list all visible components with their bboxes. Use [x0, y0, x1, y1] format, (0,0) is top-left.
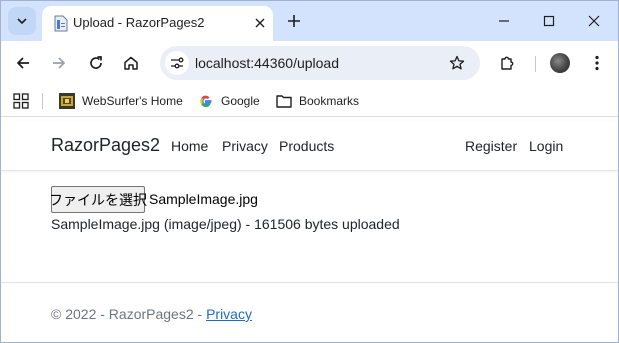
maximize-icon	[543, 15, 555, 27]
tab-strip: Upload - RazorPages2	[1, 1, 618, 41]
address-bar[interactable]: localhost:44360/upload	[160, 46, 480, 80]
google-icon	[198, 93, 214, 109]
site-info-button[interactable]	[165, 51, 189, 75]
more-vertical-icon	[595, 55, 599, 71]
forward-arrow-icon	[53, 57, 66, 69]
extensions-button[interactable]	[494, 50, 520, 76]
url-text[interactable]: localhost:44360/upload	[195, 55, 339, 71]
active-tab[interactable]: Upload - RazorPages2	[42, 6, 273, 41]
tune-icon	[171, 57, 184, 69]
nav-home[interactable]: Home	[171, 138, 208, 154]
star-icon	[449, 55, 465, 70]
close-icon	[255, 18, 265, 28]
nav-login[interactable]: Login	[529, 138, 563, 154]
choose-file-button[interactable]: ファイルを選択	[49, 186, 147, 213]
upload-result-message: SampleImage.jpg (image/jpeg) - 161506 by…	[51, 216, 400, 232]
document-favicon-icon	[54, 15, 68, 32]
chevron-down-icon	[17, 18, 27, 25]
footer-copyright: © 2022 - RazorPages2 -	[51, 306, 207, 322]
reload-button[interactable]	[83, 50, 109, 76]
tab-close-button[interactable]	[250, 13, 270, 33]
browser-window: Upload - RazorPages2 localhost:44360/upl…	[0, 0, 619, 343]
browser-menu-button[interactable]	[584, 50, 610, 76]
home-button[interactable]	[118, 50, 144, 76]
close-icon	[588, 15, 600, 27]
bookmark-label: WebSurfer's Home	[82, 94, 183, 108]
tab-search-button[interactable]	[8, 7, 36, 35]
back-button[interactable]	[10, 50, 36, 76]
site-brand[interactable]: RazorPages2	[51, 135, 160, 156]
browser-toolbar: localhost:44360/upload	[1, 41, 618, 85]
site-footer: © 2022 - RazorPages2 - Privacy	[1, 282, 618, 342]
toolbar-divider	[535, 56, 536, 72]
home-icon	[124, 56, 138, 70]
bookmark-label: Google	[221, 94, 260, 108]
puzzle-piece-icon	[501, 56, 514, 70]
plus-icon	[288, 15, 300, 27]
footer-privacy-link[interactable]: Privacy	[206, 306, 252, 322]
tab-title: Upload - RazorPages2	[73, 15, 205, 30]
bookmark-folder[interactable]: Bookmarks	[276, 85, 359, 117]
bookmark-google[interactable]: Google	[198, 85, 260, 117]
minimize-button[interactable]	[491, 8, 517, 34]
new-tab-button[interactable]	[283, 10, 305, 32]
websurfer-favicon-icon	[59, 93, 75, 109]
forward-button[interactable]	[46, 50, 72, 76]
folder-icon	[276, 93, 292, 109]
profile-avatar[interactable]	[550, 53, 570, 73]
footer-text: © 2022 - RazorPages2 - Privacy	[51, 306, 252, 322]
bookmarks-divider	[42, 93, 43, 109]
selected-file-name: SampleImage.jpg	[149, 191, 258, 207]
bookmark-star-button[interactable]	[446, 52, 468, 74]
bookmark-label: Bookmarks	[299, 94, 360, 108]
nav-register[interactable]: Register	[465, 138, 517, 154]
maximize-button[interactable]	[536, 8, 562, 34]
nav-products[interactable]: Products	[279, 138, 334, 154]
bookmark-websurfer[interactable]: WebSurfer's Home	[59, 85, 183, 117]
site-navbar: RazorPages2 Home Privacy Products Regist…	[1, 121, 618, 171]
bookmarks-bar: WebSurfer's Home Google Bookmarks	[1, 85, 618, 117]
nav-privacy[interactable]: Privacy	[222, 138, 268, 154]
window-close-button[interactable]	[581, 8, 607, 34]
back-arrow-icon	[16, 57, 29, 69]
apps-grid-icon[interactable]	[13, 93, 29, 109]
reload-icon	[90, 56, 102, 69]
minimize-icon	[499, 20, 509, 22]
